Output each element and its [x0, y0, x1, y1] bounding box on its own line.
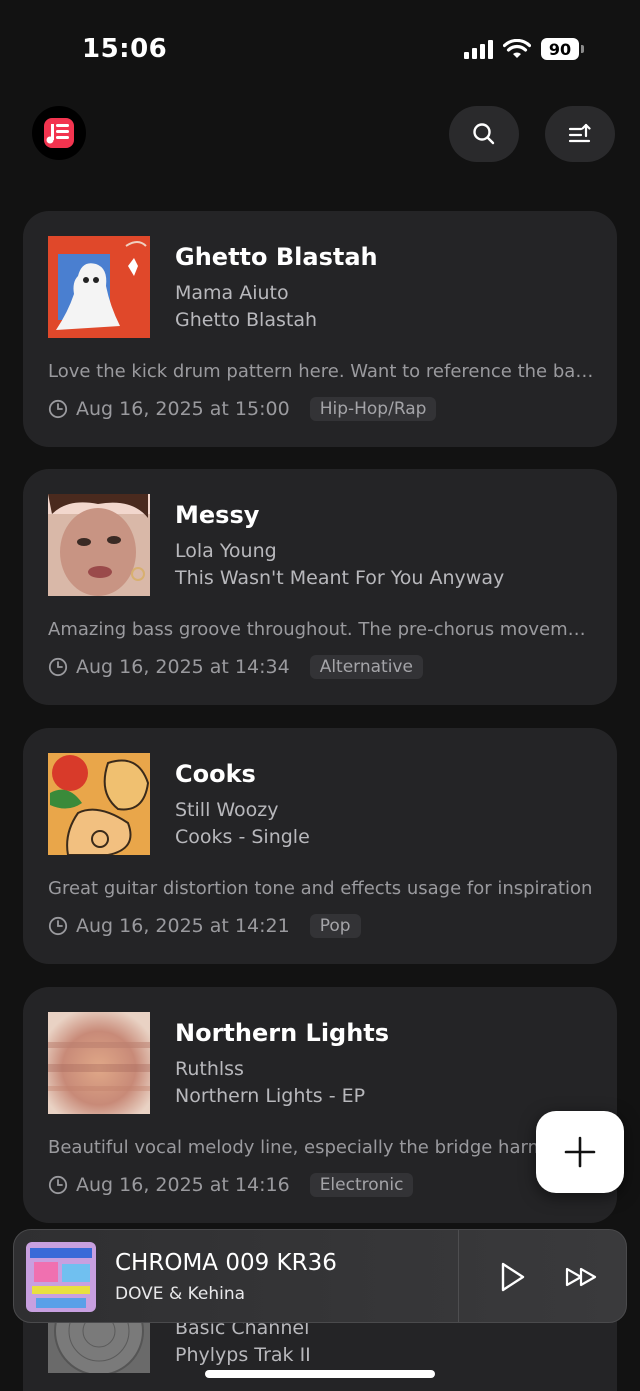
song-date: Aug 16, 2025 at 14:34 — [76, 656, 290, 678]
song-artist: Lola Young — [175, 540, 277, 562]
song-note: Amazing bass groove throughout. The pre-… — [48, 619, 594, 640]
album-cover — [48, 494, 150, 596]
album-cover — [48, 753, 150, 855]
search-icon — [473, 123, 495, 145]
genre-tag: Pop — [309, 914, 361, 938]
sort-button[interactable] — [545, 106, 615, 162]
song-title: Northern Lights — [175, 1019, 390, 1047]
wifi-icon — [503, 38, 531, 58]
song-title: Cooks — [175, 760, 256, 788]
now-playing-bar[interactable]: CHROMA 009 KR36 DOVE & Kehina — [13, 1229, 627, 1323]
now-playing-cover — [26, 1242, 96, 1312]
battery-indicator: 90 — [541, 38, 579, 60]
search-button[interactable] — [449, 106, 519, 162]
battery-cap — [581, 45, 584, 53]
now-playing-artist: DOVE & Kehina — [115, 1284, 246, 1304]
song-date: Aug 16, 2025 at 14:21 — [76, 915, 290, 937]
song-artist: Ruthlss — [175, 1058, 244, 1080]
skip-forward-button[interactable] — [560, 1257, 604, 1297]
fast-forward-icon — [565, 1267, 597, 1287]
cellular-signal-icon — [464, 39, 493, 59]
album-cover — [48, 236, 150, 338]
music-note-app-icon — [44, 118, 74, 148]
home-indicator — [205, 1370, 435, 1378]
clock-icon — [48, 916, 68, 936]
add-button[interactable] — [536, 1111, 624, 1193]
song-meta: Aug 16, 2025 at 14:21 Pop — [48, 914, 361, 938]
song-album: Ghetto Blastah — [175, 309, 318, 331]
now-playing-title: CHROMA 009 KR36 — [115, 1250, 337, 1276]
song-meta: Aug 16, 2025 at 14:34 Alternative — [48, 655, 423, 679]
song-album: This Wasn't Meant For You Anyway — [175, 567, 505, 589]
song-card[interactable]: Ghetto Blastah Mama Aiuto Ghetto Blastah… — [23, 211, 617, 447]
genre-tag: Hip-Hop/Rap — [309, 397, 437, 421]
song-date: Aug 16, 2025 at 14:16 — [76, 1174, 290, 1196]
clock-icon — [48, 657, 68, 677]
song-card[interactable]: Messy Lola Young This Wasn't Meant For Y… — [23, 469, 617, 705]
song-album: Cooks - Single — [175, 826, 310, 848]
status-time: 15:06 — [82, 34, 168, 64]
song-card[interactable]: Northern Lights Ruthlss Northern Lights … — [23, 987, 617, 1223]
status-icons: 90 — [464, 38, 584, 60]
plus-icon — [564, 1136, 596, 1168]
sort-icon — [568, 123, 591, 143]
status-bar: 15:06 90 — [0, 0, 640, 100]
song-card[interactable]: Cooks Still Woozy Cooks - Single Great g… — [23, 728, 617, 964]
song-artist: Mama Aiuto — [175, 282, 289, 304]
genre-tag: Alternative — [309, 655, 423, 679]
song-artist: Still Woozy — [175, 799, 279, 821]
play-icon — [501, 1262, 525, 1292]
clock-icon — [48, 1175, 68, 1195]
divider — [458, 1230, 459, 1322]
song-title: Messy — [175, 501, 260, 529]
song-meta: Aug 16, 2025 at 14:16 Electronic — [48, 1173, 414, 1197]
play-button[interactable] — [492, 1257, 532, 1297]
song-note: Beautiful vocal melody line, especially … — [48, 1137, 593, 1158]
song-note: Love the kick drum pattern here. Want to… — [48, 361, 594, 382]
app-logo[interactable] — [32, 106, 86, 160]
genre-tag: Electronic — [309, 1173, 414, 1197]
song-album: Northern Lights - EP — [175, 1085, 366, 1107]
song-note: Great guitar distortion tone and effects… — [48, 878, 593, 899]
song-album: Phylyps Trak II — [175, 1344, 311, 1366]
album-cover — [48, 1012, 150, 1114]
song-meta: Aug 16, 2025 at 15:00 Hip-Hop/Rap — [48, 397, 437, 421]
song-date: Aug 16, 2025 at 15:00 — [76, 398, 290, 420]
clock-icon — [48, 399, 68, 419]
song-title: Ghetto Blastah — [175, 243, 378, 271]
